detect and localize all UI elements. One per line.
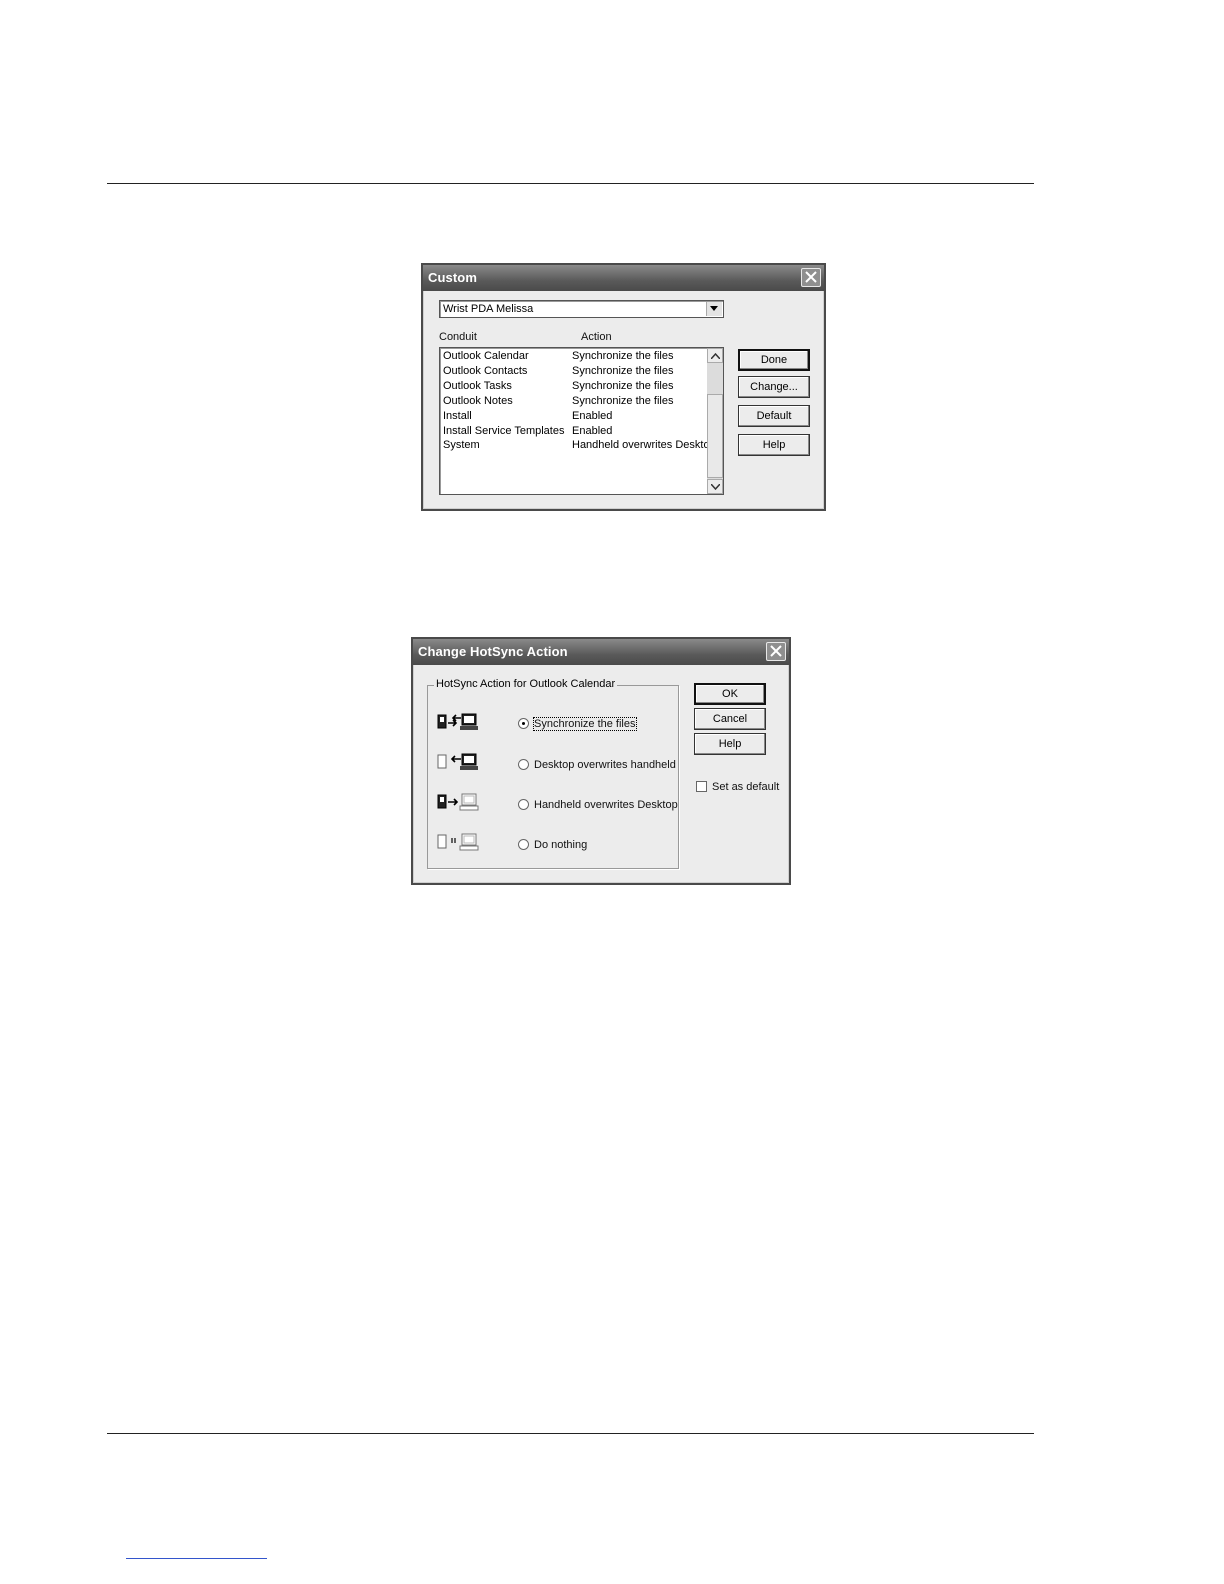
table-row[interactable]: Outlook Calendar Synchronize the files [443,350,705,365]
change-titlebar: Change HotSync Action [413,639,789,665]
ok-button[interactable]: OK [694,683,766,705]
user-select-dropdown[interactable] [706,302,722,316]
scroll-up-button[interactable] [707,348,723,363]
table-row[interactable]: Outlook Notes Synchronize the files [443,395,705,410]
group-label: HotSync Action for Outlook Calendar [434,678,618,690]
custom-dialog: Custom Wrist PDA Melissa Conduit Action … [421,263,826,511]
change-title: Change HotSync Action [418,644,568,659]
option-label-synchronize[interactable]: Synchronize the files [533,717,637,731]
list-scrollbar[interactable] [707,348,723,494]
custom-close-button[interactable] [801,268,821,287]
do-nothing-icon [437,833,479,851]
option-label-handheld-overwrites[interactable]: Handheld overwrites Desktop [534,799,678,811]
option-label-desktop-overwrites[interactable]: Desktop overwrites handheld [534,759,676,771]
set-as-default-checkbox[interactable] [696,781,707,792]
set-as-default-label[interactable]: Set as default [712,781,779,793]
default-button[interactable]: Default [738,405,810,427]
radio-synchronize[interactable] [518,718,529,729]
radio-do-nothing[interactable] [518,839,529,850]
handheld-to-desktop-icon [437,793,479,811]
header-rule [107,183,1034,184]
radio-selected-dot [522,722,525,725]
chevron-down-icon [711,484,720,490]
table-row[interactable]: Install Service Templates Enabled [443,425,705,440]
table-row[interactable]: Outlook Tasks Synchronize the files [443,380,705,395]
scroll-down-button[interactable] [707,479,723,494]
help-button[interactable]: Help [738,434,810,456]
footer-link-underline [126,1558,267,1559]
radio-handheld-overwrites[interactable] [518,799,529,810]
custom-title: Custom [428,270,477,285]
conduit-list[interactable]: Outlook Calendar Synchronize the files Ou… [439,347,724,495]
close-icon [805,271,817,283]
close-icon [770,645,782,657]
option-label-do-nothing[interactable]: Do nothing [534,839,587,851]
change-close-button[interactable] [766,642,786,661]
cancel-button[interactable]: Cancel [694,708,766,730]
action-column-header: Action [581,331,612,343]
user-select-value: Wrist PDA Melissa [443,303,534,315]
table-row[interactable]: Outlook Contacts Synchronize the files [443,365,705,380]
sync-both-icon [437,713,478,730]
change-hotsync-dialog: Change HotSync Action HotSync Action for… [411,637,791,885]
done-button[interactable]: Done [738,349,810,371]
scroll-thumb[interactable] [707,394,723,478]
chevron-down-icon [710,306,718,311]
table-row[interactable]: System Handheld overwrites Desktop [443,439,716,454]
table-row[interactable]: Install Enabled [443,410,705,425]
help-button[interactable]: Help [694,733,766,755]
custom-titlebar: Custom [423,265,824,291]
desktop-to-handheld-icon [437,753,478,770]
user-select[interactable]: Wrist PDA Melissa [439,300,724,318]
footer-rule [107,1433,1034,1434]
radio-desktop-overwrites[interactable] [518,759,529,770]
conduit-column-header: Conduit [439,331,477,343]
change-button[interactable]: Change... [738,376,810,398]
chevron-up-icon [711,353,720,359]
